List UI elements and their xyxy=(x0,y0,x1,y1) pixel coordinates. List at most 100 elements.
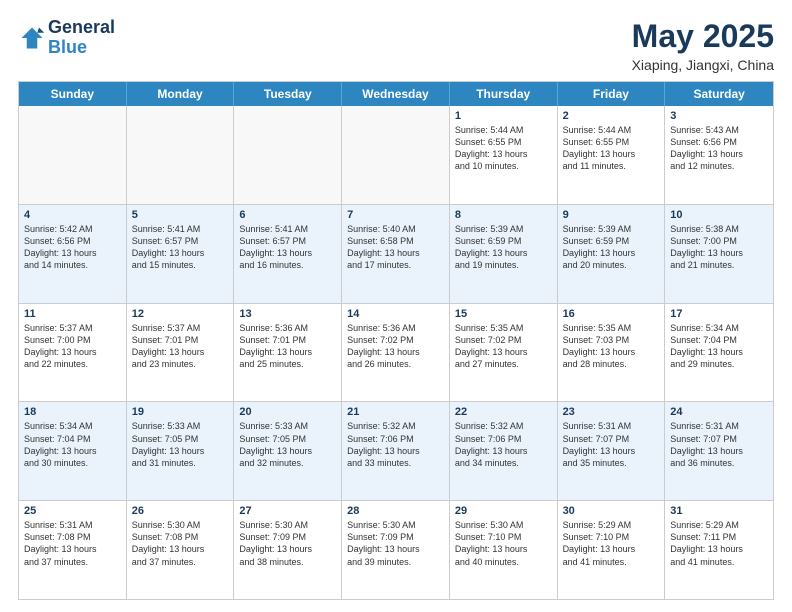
cell-info-text: Sunrise: 5:30 AM Sunset: 7:09 PM Dayligh… xyxy=(239,519,336,568)
cell-info-text: Sunrise: 5:30 AM Sunset: 7:10 PM Dayligh… xyxy=(455,519,552,568)
weekday-header-sunday: Sunday xyxy=(19,82,127,106)
calendar-cell-5: 5Sunrise: 5:41 AM Sunset: 6:57 PM Daylig… xyxy=(127,205,235,303)
cell-info-text: Sunrise: 5:31 AM Sunset: 7:08 PM Dayligh… xyxy=(24,519,121,568)
cell-info-text: Sunrise: 5:32 AM Sunset: 7:06 PM Dayligh… xyxy=(455,420,552,469)
day-number: 2 xyxy=(563,110,660,122)
day-number: 27 xyxy=(239,505,336,517)
calendar-row-3: 11Sunrise: 5:37 AM Sunset: 7:00 PM Dayli… xyxy=(19,303,773,402)
cell-info-text: Sunrise: 5:36 AM Sunset: 7:02 PM Dayligh… xyxy=(347,322,444,371)
day-number: 25 xyxy=(24,505,121,517)
calendar-cell-19: 19 Sunrise: 5:33 AM Sunset: 7:05 PM Dayli… xyxy=(127,402,235,500)
cell-info-text: Sunrise: 5:36 AM Sunset: 7:01 PM Dayligh… xyxy=(239,322,336,371)
day-number: 24 xyxy=(670,406,768,418)
calendar-cell-26: 26Sunrise: 5:30 AM Sunset: 7:08 PM Dayli… xyxy=(127,501,235,599)
cell-info-text: Sunrise: 5:41 AM Sunset: 6:57 PM Dayligh… xyxy=(239,223,336,272)
cell-info-text: Sunrise: 5:31 AM Sunset: 7:07 PM Dayligh… xyxy=(563,420,660,469)
day-number: 20 xyxy=(239,406,336,418)
day-number: 15 xyxy=(455,308,552,320)
logo-text: General Blue xyxy=(48,18,115,58)
cell-info-text: Sunrise: 5:43 AM Sunset: 6:56 PM Dayligh… xyxy=(670,124,768,173)
calendar-cell-11: 11Sunrise: 5:37 AM Sunset: 7:00 PM Dayli… xyxy=(19,304,127,402)
calendar-cell-18: 18Sunrise: 5:34 AM Sunset: 7:04 PM Dayli… xyxy=(19,402,127,500)
logo-line2: Blue xyxy=(48,38,115,58)
cell-info-text: Sunrise: 5:31 AM Sunset: 7:07 PM Dayligh… xyxy=(670,420,768,469)
cell-info-text: Sunrise: 5:34 AM Sunset: 7:04 PM Dayligh… xyxy=(670,322,768,371)
day-number: 5 xyxy=(132,209,229,221)
day-number: 26 xyxy=(132,505,229,517)
cell-info-text: Sunrise: 5:35 AM Sunset: 7:03 PM Dayligh… xyxy=(563,322,660,371)
calendar-cell-25: 25 Sunrise: 5:31 AM Sunset: 7:08 PM Dayli… xyxy=(19,501,127,599)
cell-info-text: Sunrise: 5:39 AM Sunset: 6:59 PM Dayligh… xyxy=(563,223,660,272)
calendar-cell-empty-0-3 xyxy=(342,106,450,204)
page: General Blue May 2025 Xiaping, Jiangxi, … xyxy=(0,0,792,612)
calendar-row-4: 18Sunrise: 5:34 AM Sunset: 7:04 PM Dayli… xyxy=(19,401,773,500)
calendar-cell-24: 24 Sunrise: 5:31 AM Sunset: 7:07 PM Dayli… xyxy=(665,402,773,500)
calendar-cell-6: 6 Sunrise: 5:41 AM Sunset: 6:57 PM Daylig… xyxy=(234,205,342,303)
calendar-cell-30: 30 Sunrise: 5:29 AM Sunset: 7:10 PM Dayli… xyxy=(558,501,666,599)
cell-info-text: Sunrise: 5:38 AM Sunset: 7:00 PM Dayligh… xyxy=(670,223,768,272)
cell-info-text: Sunrise: 5:42 AM Sunset: 6:56 PM Dayligh… xyxy=(24,223,121,272)
calendar-row-5: 25 Sunrise: 5:31 AM Sunset: 7:08 PM Dayli… xyxy=(19,500,773,599)
day-number: 17 xyxy=(670,308,768,320)
calendar-cell-7: 7 Sunrise: 5:40 AM Sunset: 6:58 PM Daylig… xyxy=(342,205,450,303)
weekday-header-wednesday: Wednesday xyxy=(342,82,450,106)
header: General Blue May 2025 Xiaping, Jiangxi, … xyxy=(18,18,774,73)
day-number: 8 xyxy=(455,209,552,221)
calendar-cell-empty-0-2 xyxy=(234,106,342,204)
calendar-cell-16: 16 Sunrise: 5:35 AM Sunset: 7:03 PM Dayli… xyxy=(558,304,666,402)
day-number: 16 xyxy=(563,308,660,320)
weekday-header-saturday: Saturday xyxy=(665,82,773,106)
weekday-header-thursday: Thursday xyxy=(450,82,558,106)
calendar-cell-8: 8 Sunrise: 5:39 AM Sunset: 6:59 PM Daylig… xyxy=(450,205,558,303)
cell-info-text: Sunrise: 5:29 AM Sunset: 7:10 PM Dayligh… xyxy=(563,519,660,568)
weekday-header-monday: Monday xyxy=(127,82,235,106)
day-number: 23 xyxy=(563,406,660,418)
calendar-cell-21: 21Sunrise: 5:32 AM Sunset: 7:06 PM Dayli… xyxy=(342,402,450,500)
calendar-cell-23: 23 Sunrise: 5:31 AM Sunset: 7:07 PM Dayli… xyxy=(558,402,666,500)
calendar-cell-27: 27 Sunrise: 5:30 AM Sunset: 7:09 PM Dayli… xyxy=(234,501,342,599)
day-number: 30 xyxy=(563,505,660,517)
calendar-cell-10: 10 Sunrise: 5:38 AM Sunset: 7:00 PM Dayli… xyxy=(665,205,773,303)
weekday-header-friday: Friday xyxy=(558,82,666,106)
day-number: 1 xyxy=(455,110,552,122)
calendar-cell-3: 3 Sunrise: 5:43 AM Sunset: 6:56 PM Daylig… xyxy=(665,106,773,204)
location: Xiaping, Jiangxi, China xyxy=(632,57,774,73)
calendar-cell-15: 15 Sunrise: 5:35 AM Sunset: 7:02 PM Dayli… xyxy=(450,304,558,402)
day-number: 10 xyxy=(670,209,768,221)
day-number: 29 xyxy=(455,505,552,517)
weekday-header-tuesday: Tuesday xyxy=(234,82,342,106)
day-number: 31 xyxy=(670,505,768,517)
calendar-cell-1: 1 Sunrise: 5:44 AM Sunset: 6:55 PM Daylig… xyxy=(450,106,558,204)
calendar-row-2: 4Sunrise: 5:42 AM Sunset: 6:56 PM Daylig… xyxy=(19,204,773,303)
calendar-header: SundayMondayTuesdayWednesdayThursdayFrid… xyxy=(19,82,773,106)
day-number: 13 xyxy=(239,308,336,320)
day-number: 14 xyxy=(347,308,444,320)
day-number: 21 xyxy=(347,406,444,418)
calendar-cell-2: 2 Sunrise: 5:44 AM Sunset: 6:55 PM Daylig… xyxy=(558,106,666,204)
cell-info-text: Sunrise: 5:35 AM Sunset: 7:02 PM Dayligh… xyxy=(455,322,552,371)
calendar-row-1: 1 Sunrise: 5:44 AM Sunset: 6:55 PM Daylig… xyxy=(19,106,773,204)
day-number: 6 xyxy=(239,209,336,221)
calendar-cell-empty-0-0 xyxy=(19,106,127,204)
cell-info-text: Sunrise: 5:44 AM Sunset: 6:55 PM Dayligh… xyxy=(563,124,660,173)
cell-info-text: Sunrise: 5:29 AM Sunset: 7:11 PM Dayligh… xyxy=(670,519,768,568)
logo: General Blue xyxy=(18,18,115,58)
day-number: 12 xyxy=(132,308,229,320)
cell-info-text: Sunrise: 5:44 AM Sunset: 6:55 PM Dayligh… xyxy=(455,124,552,173)
cell-info-text: Sunrise: 5:37 AM Sunset: 7:00 PM Dayligh… xyxy=(24,322,121,371)
cell-info-text: Sunrise: 5:39 AM Sunset: 6:59 PM Dayligh… xyxy=(455,223,552,272)
calendar-cell-9: 9 Sunrise: 5:39 AM Sunset: 6:59 PM Daylig… xyxy=(558,205,666,303)
day-number: 3 xyxy=(670,110,768,122)
title-block: May 2025 Xiaping, Jiangxi, China xyxy=(632,18,774,73)
calendar-cell-empty-0-1 xyxy=(127,106,235,204)
cell-info-text: Sunrise: 5:33 AM Sunset: 7:05 PM Dayligh… xyxy=(132,420,229,469)
calendar-cell-12: 12 Sunrise: 5:37 AM Sunset: 7:01 PM Dayli… xyxy=(127,304,235,402)
day-number: 7 xyxy=(347,209,444,221)
cell-info-text: Sunrise: 5:37 AM Sunset: 7:01 PM Dayligh… xyxy=(132,322,229,371)
cell-info-text: Sunrise: 5:40 AM Sunset: 6:58 PM Dayligh… xyxy=(347,223,444,272)
day-number: 19 xyxy=(132,406,229,418)
calendar-body: 1 Sunrise: 5:44 AM Sunset: 6:55 PM Daylig… xyxy=(19,106,773,599)
cell-info-text: Sunrise: 5:34 AM Sunset: 7:04 PM Dayligh… xyxy=(24,420,121,469)
day-number: 28 xyxy=(347,505,444,517)
day-number: 9 xyxy=(563,209,660,221)
